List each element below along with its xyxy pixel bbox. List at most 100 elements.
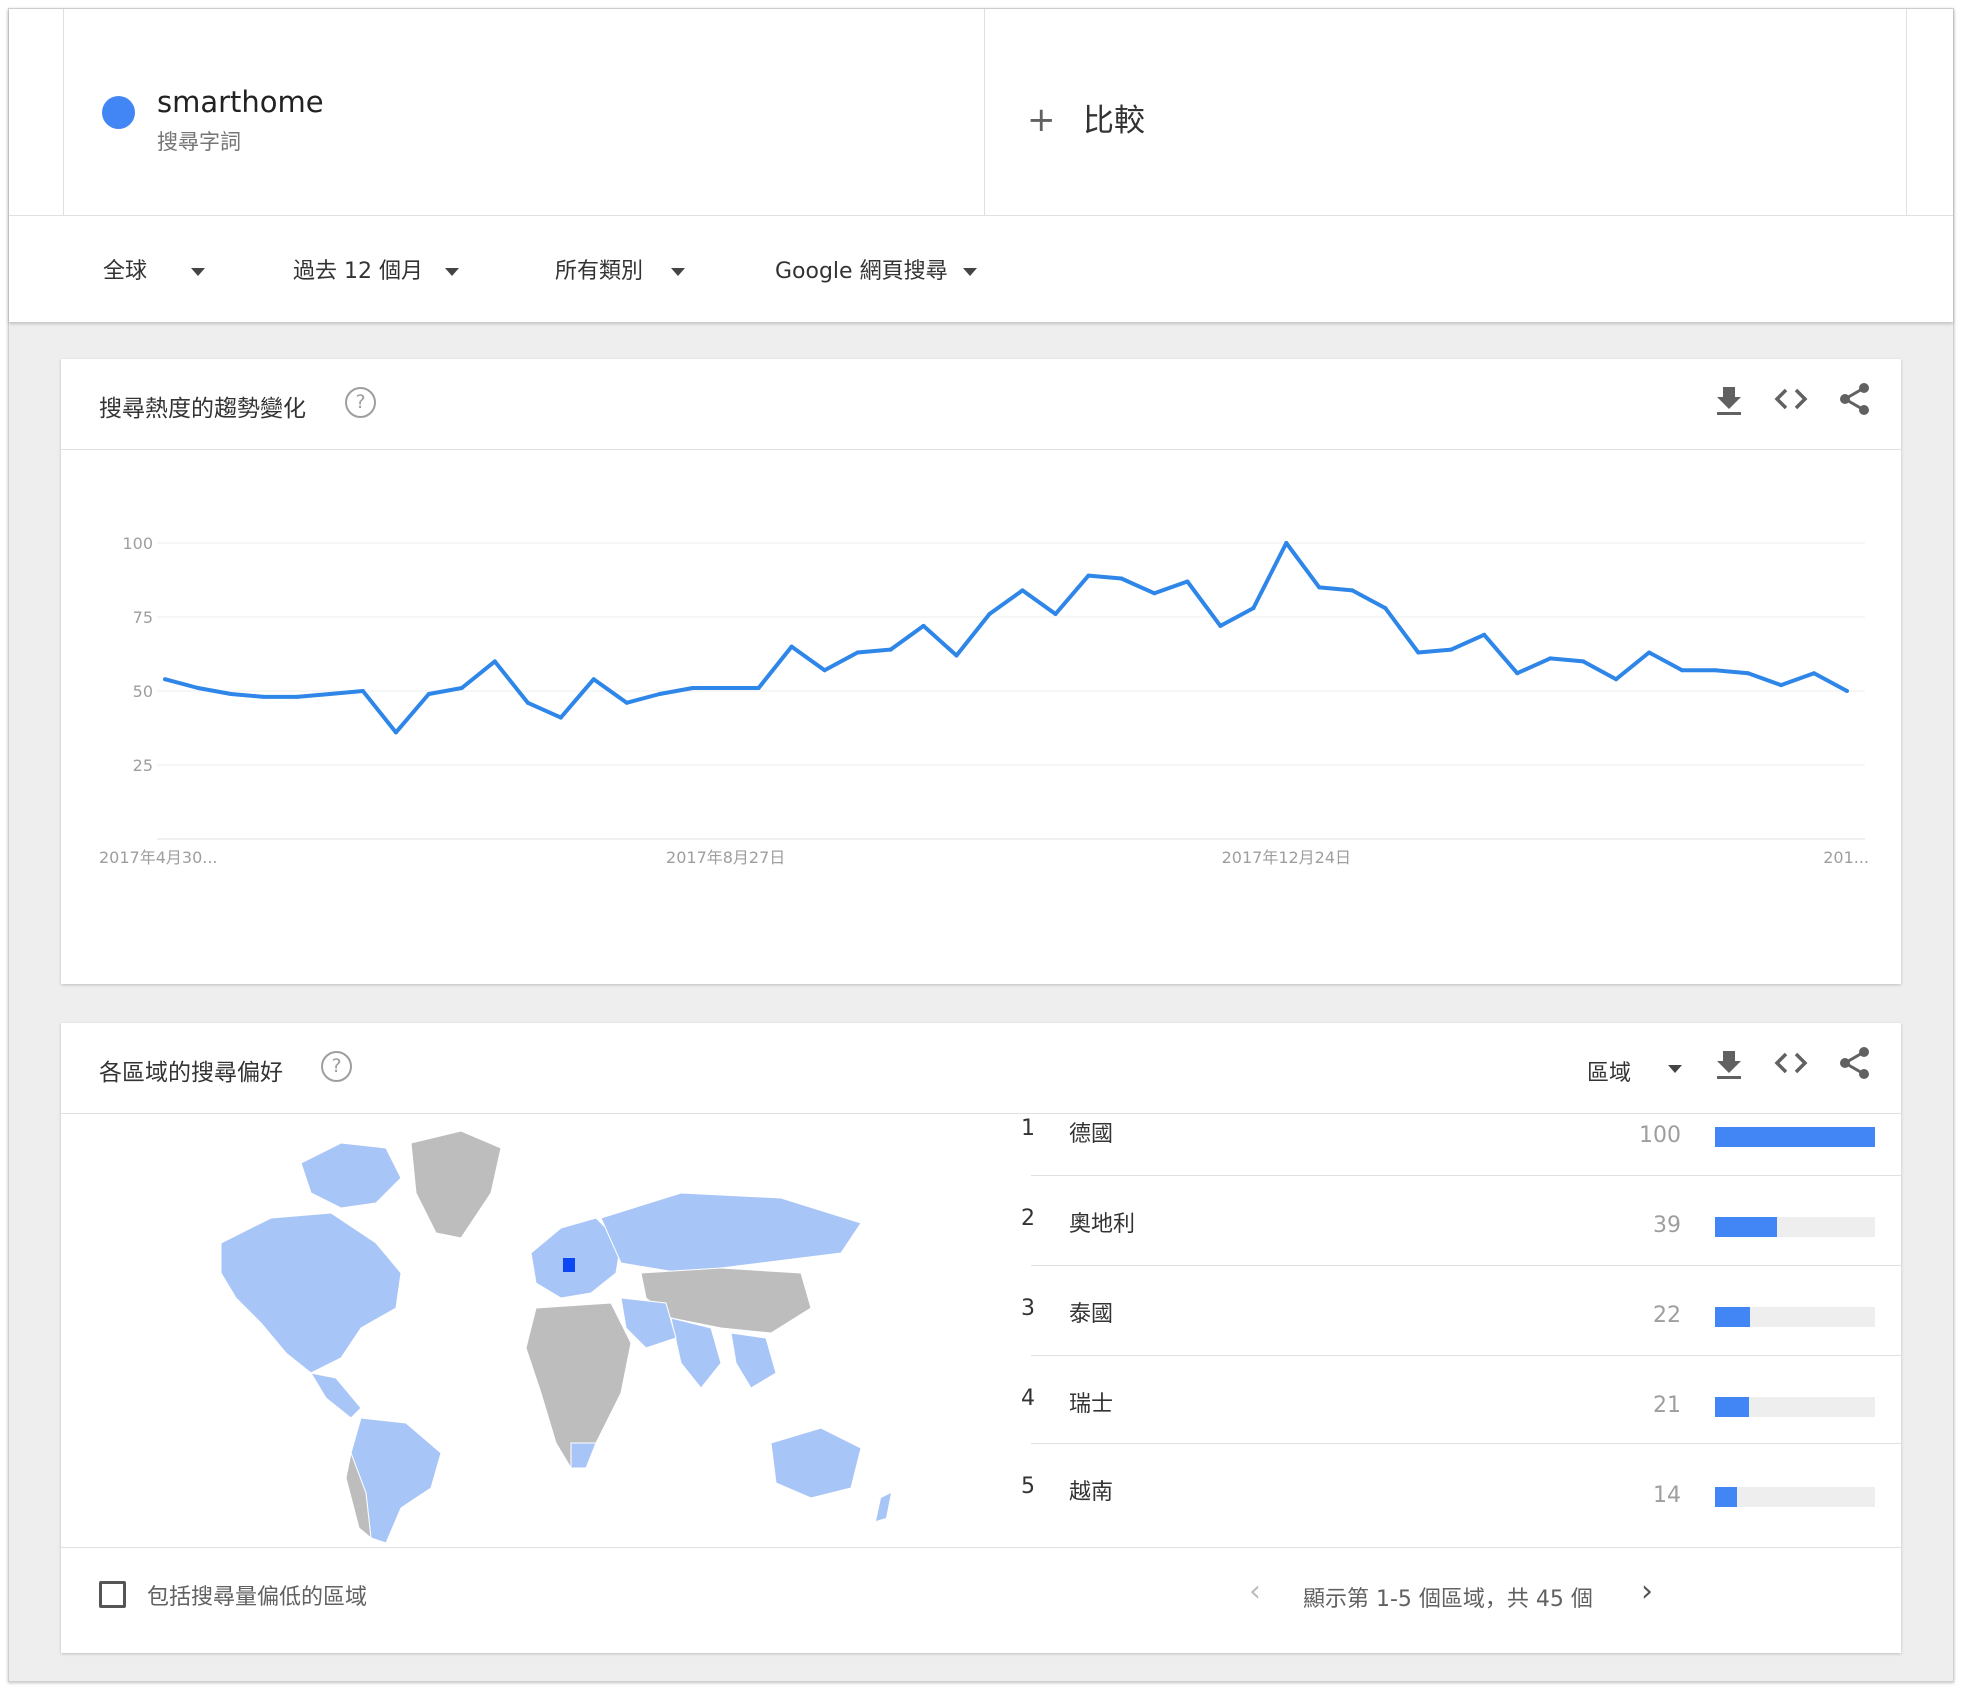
data-point — [789, 644, 794, 649]
x-tick-label: 2017年4月30... — [99, 848, 218, 867]
trend-line-chart: 25 50 75 100 2017年4月30... 2017年8月27日 2017年12月2… — [99, 534, 1869, 867]
data-point — [1779, 683, 1783, 688]
region-rank: 4 — [1021, 1386, 1035, 1411]
map-region-south-asia — [670, 1317, 722, 1389]
region-name: 越南 — [1069, 1480, 1114, 1505]
region-bar-fill — [1715, 1307, 1751, 1327]
data-point — [1350, 588, 1355, 593]
row-divider — [1031, 1265, 1901, 1266]
filter-category-label: 所有類別 — [555, 259, 644, 284]
data-point — [855, 650, 860, 655]
data-point — [657, 692, 662, 696]
map-region-southeast-asia — [730, 1332, 777, 1389]
map-region-new-zealand — [876, 1493, 891, 1521]
data-point — [1812, 671, 1816, 676]
data-point — [1152, 591, 1157, 596]
share-icon[interactable] — [1837, 381, 1873, 417]
data-point — [1746, 671, 1751, 676]
data-point — [1449, 647, 1454, 652]
map-region-russia — [600, 1192, 862, 1274]
data-point — [393, 730, 398, 735]
data-point — [1020, 588, 1025, 593]
region-name: 德國 — [1069, 1122, 1114, 1147]
data-point — [1680, 668, 1685, 673]
x-tick-label: 2017年8月27日 — [666, 848, 785, 867]
prev-page-button[interactable]: ‹ — [1249, 1575, 1261, 1609]
term-row: smarthome 搜尋字詞 + 比較 — [9, 9, 1953, 216]
data-point — [1713, 668, 1718, 673]
region-value: 22 — [1653, 1303, 1681, 1328]
region-value: 100 — [1639, 1123, 1681, 1148]
data-point — [1548, 656, 1553, 661]
y-tick-label: 25 — [133, 756, 153, 775]
data-point — [294, 694, 299, 699]
world-map[interactable] — [201, 1123, 921, 1553]
data-point — [1845, 689, 1849, 693]
data-point — [1185, 579, 1190, 584]
data-point — [1251, 606, 1256, 611]
data-point — [1086, 573, 1091, 578]
embed-code-icon[interactable] — [1773, 1045, 1809, 1081]
plus-icon: + — [1027, 100, 1056, 140]
data-point — [1317, 585, 1322, 590]
data-point — [690, 686, 695, 690]
region-rank: 3 — [1021, 1296, 1035, 1321]
divider — [984, 9, 985, 216]
region-bar — [1715, 1217, 1875, 1237]
term-color-dot — [102, 96, 135, 129]
row-divider — [1031, 1175, 1901, 1176]
data-point — [327, 692, 332, 696]
card-title: 各區域的搜尋偏好 — [99, 1060, 283, 1086]
map-region-canada-islands — [300, 1142, 402, 1209]
data-point — [1119, 576, 1124, 581]
help-icon[interactable]: ? — [345, 387, 376, 418]
data-point — [426, 692, 431, 696]
share-icon[interactable] — [1837, 1045, 1873, 1081]
divider — [1906, 9, 1907, 216]
filter-time-label: 過去 12 個月 — [293, 259, 423, 284]
download-icon[interactable] — [1711, 1045, 1747, 1081]
chevron-down-icon — [191, 268, 205, 276]
data-point — [525, 700, 530, 705]
data-point — [987, 612, 992, 616]
row-divider — [1031, 1443, 1901, 1444]
region-bar — [1715, 1397, 1875, 1417]
region-value: 21 — [1653, 1393, 1681, 1418]
region-name: 泰國 — [1069, 1302, 1114, 1327]
term-type: 搜尋字詞 — [157, 130, 241, 154]
next-page-button[interactable]: › — [1641, 1575, 1653, 1609]
data-point — [954, 653, 959, 658]
y-tick-label: 75 — [133, 608, 153, 627]
data-point — [624, 700, 629, 705]
x-tick-label: 201... — [1823, 848, 1869, 867]
region-name: 奧地利 — [1069, 1212, 1136, 1237]
filter-search-type-label: Google 網頁搜尋 — [775, 259, 948, 284]
data-point — [1614, 677, 1619, 682]
region-name: 瑞士 — [1069, 1392, 1114, 1417]
region-value: 39 — [1653, 1213, 1681, 1238]
chevron-down-icon — [1668, 1065, 1682, 1073]
include-low-volume-checkbox[interactable] — [99, 1581, 126, 1608]
x-tick-label: 2017年12月24日 — [1222, 848, 1351, 867]
card-divider — [61, 1547, 1901, 1548]
region-bar — [1715, 1127, 1875, 1147]
data-point — [1416, 650, 1421, 655]
card-title: 搜尋熱度的趨勢變化 — [99, 396, 306, 422]
chevron-down-icon — [671, 268, 685, 276]
y-tick-label: 100 — [122, 534, 153, 553]
trend-series-line — [164, 541, 1848, 735]
data-point — [261, 694, 266, 699]
data-point — [229, 692, 233, 696]
chevron-down-icon — [445, 268, 459, 276]
region-bar-fill — [1715, 1397, 1749, 1417]
download-icon[interactable] — [1711, 381, 1747, 417]
data-point — [756, 686, 761, 690]
data-point — [888, 647, 893, 652]
embed-code-icon[interactable] — [1773, 381, 1809, 417]
region-rank: 2 — [1021, 1206, 1035, 1231]
help-icon[interactable]: ? — [321, 1051, 352, 1082]
interest-by-region-card: 各區域的搜尋偏好 ? 區域 1 德國 100 2 奧地利 39 3 泰國 22 … — [61, 1023, 1901, 1653]
resolution-label: 區域 — [1587, 1061, 1632, 1086]
data-point — [591, 677, 596, 682]
map-region-greenland — [410, 1130, 502, 1239]
